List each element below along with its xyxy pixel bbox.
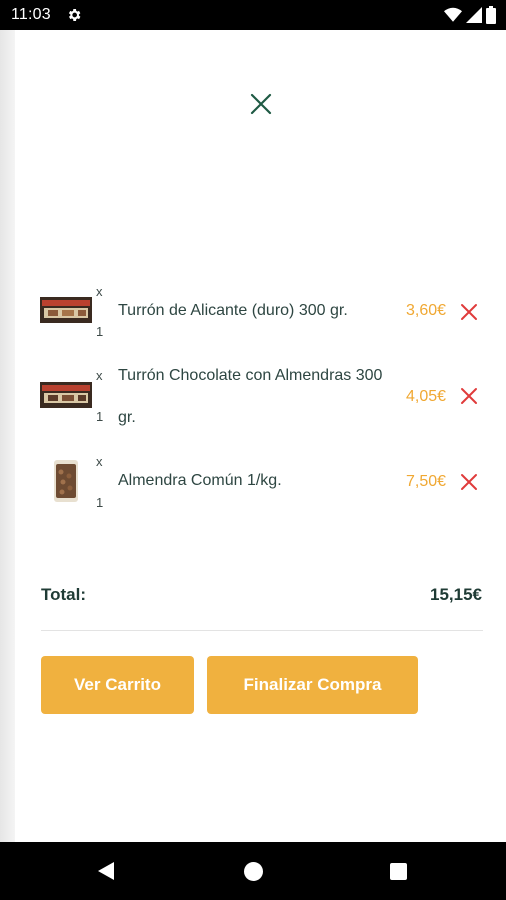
cart-item: x 1 Turrón de Alicante (duro) 300 gr. 3,… [40,284,486,344]
divider [41,630,483,631]
remove-item-icon[interactable] [460,473,478,491]
close-icon[interactable] [247,90,275,118]
turron-box-thumbnail [40,297,92,323]
remove-item-icon[interactable] [460,303,478,321]
home-icon[interactable] [244,862,263,881]
item-price: 3,60€ [406,302,447,319]
item-name: Almendra Común 1/kg. [118,472,282,489]
recents-icon[interactable] [390,863,407,880]
quantity-prefix: x [96,454,103,469]
item-price: 7,50€ [406,473,447,490]
checkout-button[interactable]: Finalizar Compra [207,656,418,714]
turron-box-thumbnail [40,382,92,408]
cell-signal-icon [466,7,482,23]
status-time: 11:03 [11,6,51,23]
back-icon[interactable] [96,861,116,881]
quantity-value: 1 [96,495,104,510]
cart-item: x 1 Almendra Común 1/kg. 7,50€ [40,452,486,512]
quantity-value: 1 [96,409,104,424]
drawer-edge-shadow [0,30,15,842]
gear-icon [68,9,81,21]
remove-item-icon[interactable] [460,387,478,405]
wifi-icon [444,7,462,22]
status-bar: 11:03 [0,0,506,30]
item-price: 4,05€ [406,388,447,405]
cart-item: x 1 Turrón Chocolate con Almendras 300 g… [40,362,486,432]
quantity-value: 1 [96,324,104,339]
system-nav-bar [0,842,506,900]
status-icons [444,6,496,24]
battery-icon [486,6,496,24]
total-value: 15,15€ [430,585,482,604]
item-name: Turrón de Alicante (duro) 300 gr. [118,302,348,319]
almond-bag-thumbnail [54,460,78,502]
total-label: Total: [41,585,87,604]
view-cart-button[interactable]: Ver Carrito [41,656,194,714]
quantity-prefix: x [96,368,103,383]
quantity-prefix: x [96,284,103,299]
item-name: Turrón Chocolate con Almendras 300 gr. [118,367,383,426]
